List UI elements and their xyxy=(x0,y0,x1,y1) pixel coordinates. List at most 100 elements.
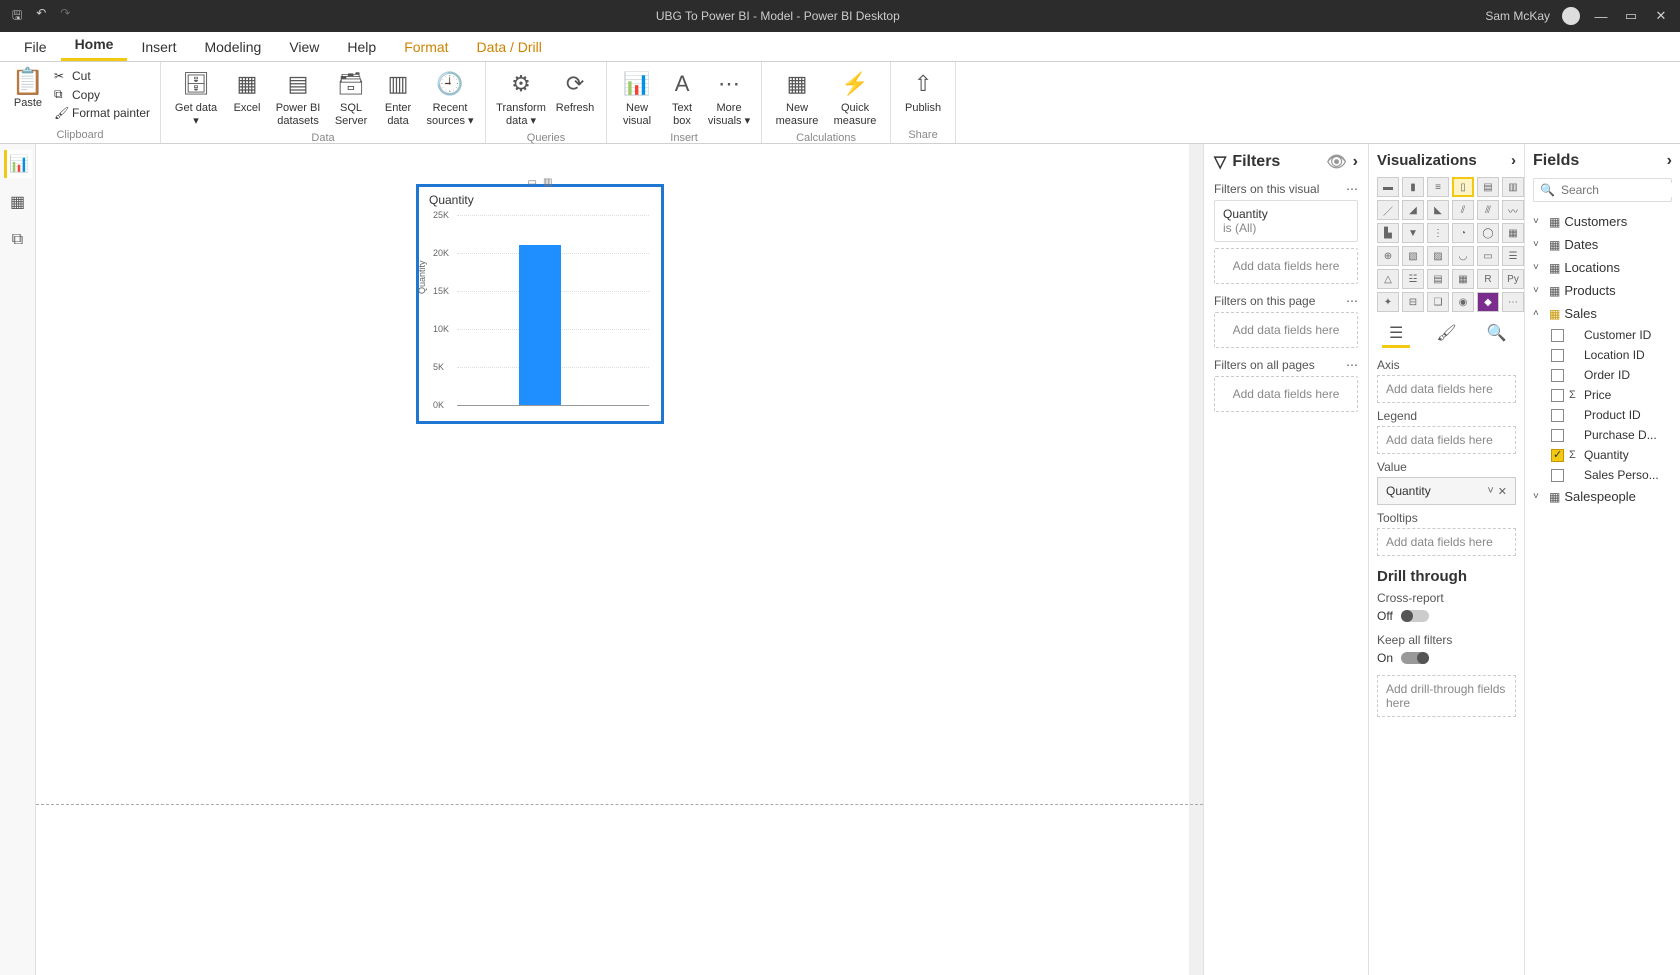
visual-action-icons[interactable]: ▭▥ xyxy=(528,177,553,188)
quick-measure-button[interactable]: ⚡Quick measure xyxy=(828,66,882,130)
collapse-icon[interactable]: › xyxy=(1353,153,1358,171)
cross-report-toggle[interactable] xyxy=(1401,610,1429,622)
format-tab-icon[interactable]: 🖌 xyxy=(1432,320,1460,348)
tab-home[interactable]: Home xyxy=(61,30,128,61)
viz-arcgis-icon[interactable]: ◉ xyxy=(1452,292,1474,312)
checkbox[interactable] xyxy=(1551,389,1564,402)
field-sales-perso-[interactable]: Sales Perso... xyxy=(1533,465,1672,485)
checkbox[interactable] xyxy=(1551,429,1564,442)
table-customers[interactable]: ˅▦Customers xyxy=(1533,210,1672,233)
viz-100-column-icon[interactable]: ▥ xyxy=(1502,177,1524,197)
paste-button[interactable]: 📋Paste xyxy=(8,66,48,109)
new-measure-button[interactable]: ▦New measure xyxy=(770,66,824,130)
viz-card-icon[interactable]: ▭ xyxy=(1477,246,1499,266)
more-visuals-button[interactable]: ⋯More visuals ▾ xyxy=(705,66,753,130)
field-quantity[interactable]: ΣQuantity xyxy=(1533,445,1672,465)
viz-waterfall-icon[interactable]: ▙ xyxy=(1377,223,1399,243)
recent-sources-button[interactable]: 🕘Recent sources ▾ xyxy=(423,66,477,130)
field-price[interactable]: ΣPrice xyxy=(1533,385,1672,405)
checkbox[interactable] xyxy=(1551,409,1564,422)
viz-clustered-bar-icon[interactable]: ≡ xyxy=(1427,177,1449,197)
well-legend[interactable]: Add data fields here xyxy=(1377,426,1516,454)
remove-icon[interactable]: ✕ xyxy=(1498,485,1507,498)
viz-clustered-column-icon[interactable]: ▯ xyxy=(1452,177,1474,197)
excel-button[interactable]: ▦Excel xyxy=(227,66,267,117)
text-box-button[interactable]: AText box xyxy=(663,66,701,130)
viz-py-icon[interactable]: Py xyxy=(1502,269,1524,289)
filter-drop-visual[interactable]: Add data fields here xyxy=(1214,248,1358,284)
field-product-id[interactable]: Product ID xyxy=(1533,405,1672,425)
chevron-down-icon[interactable]: ˅ xyxy=(1487,485,1493,498)
collapse-icon[interactable]: › xyxy=(1667,152,1672,170)
tab-insert[interactable]: Insert xyxy=(127,33,190,61)
viz-line-col2-icon[interactable]: ⫻ xyxy=(1477,200,1499,220)
more-icon[interactable]: ⋯ xyxy=(1346,294,1358,308)
viz-r-icon[interactable]: R xyxy=(1477,269,1499,289)
viz-stacked-area-icon[interactable]: ◣ xyxy=(1427,200,1449,220)
redo-icon[interactable]: ↷ xyxy=(60,6,70,27)
chart-visual[interactable]: ▭▥ Quantity Quantity 25K 20K 15K 10K 5K … xyxy=(416,184,664,424)
publish-button[interactable]: ⇧Publish xyxy=(899,66,947,117)
close-icon[interactable]: ✕ xyxy=(1652,8,1670,24)
search-input[interactable] xyxy=(1561,183,1680,197)
viz-shape-map-icon[interactable]: ▨ xyxy=(1427,246,1449,266)
more-icon[interactable]: ⋯ xyxy=(1346,358,1358,372)
viz-ribbon-icon[interactable]: 〰 xyxy=(1502,200,1524,220)
minimize-icon[interactable]: — xyxy=(1592,9,1610,24)
transform-data-button[interactable]: ⚙Transform data ▾ xyxy=(494,66,548,130)
undo-icon[interactable]: ↶ xyxy=(36,6,46,27)
keep-filters-toggle[interactable] xyxy=(1401,652,1429,664)
save-icon[interactable]: 🖫 xyxy=(12,6,22,27)
chart-bar[interactable] xyxy=(519,245,561,405)
table-salespeople[interactable]: ˅▦Salespeople xyxy=(1533,485,1672,508)
viz-donut-icon[interactable]: ◯ xyxy=(1477,223,1499,243)
table-sales[interactable]: ˄▦Sales xyxy=(1533,302,1672,325)
tab-modeling[interactable]: Modeling xyxy=(190,33,275,61)
analytics-tab-icon[interactable]: 🔍 xyxy=(1483,320,1511,348)
viz-scatter-icon[interactable]: ⋮ xyxy=(1427,223,1449,243)
well-tooltips[interactable]: Add data fields here xyxy=(1377,528,1516,556)
user-name[interactable]: Sam McKay xyxy=(1485,9,1550,23)
table-dates[interactable]: ˅▦Dates xyxy=(1533,233,1672,256)
viz-powerapps-icon[interactable]: ◆ xyxy=(1477,292,1499,312)
viz-gauge-icon[interactable]: ◡ xyxy=(1452,246,1474,266)
viz-filled-map-icon[interactable]: ▧ xyxy=(1402,246,1424,266)
viz-multi-card-icon[interactable]: ☰ xyxy=(1502,246,1524,266)
user-avatar-icon[interactable] xyxy=(1562,7,1580,25)
viz-more-icon[interactable]: ⋯ xyxy=(1502,292,1524,312)
new-visual-button[interactable]: 📊New visual xyxy=(615,66,659,130)
table-products[interactable]: ˅▦Products xyxy=(1533,279,1672,302)
field-customer-id[interactable]: Customer ID xyxy=(1533,325,1672,345)
field-order-id[interactable]: Order ID xyxy=(1533,365,1672,385)
tab-data-drill[interactable]: Data / Drill xyxy=(463,33,556,61)
viz-area-icon[interactable]: ◢ xyxy=(1402,200,1424,220)
well-axis[interactable]: Add data fields here xyxy=(1377,375,1516,403)
viz-stacked-column-icon[interactable]: ▮ xyxy=(1402,177,1424,197)
sql-server-button[interactable]: 🗃SQL Server xyxy=(329,66,373,130)
model-view-icon[interactable]: ⧉ xyxy=(4,226,32,254)
tab-help[interactable]: Help xyxy=(333,33,390,61)
fields-tab-icon[interactable]: ☰ xyxy=(1382,320,1410,348)
cut-button[interactable]: ✂Cut xyxy=(52,68,152,84)
format-painter-button[interactable]: 🖌Format painter xyxy=(52,105,152,121)
copy-button[interactable]: ⧉Copy xyxy=(52,86,152,103)
filter-drop-page[interactable]: Add data fields here xyxy=(1214,312,1358,348)
tab-format[interactable]: Format xyxy=(390,33,462,61)
report-view-icon[interactable]: 📊 xyxy=(4,150,32,178)
checkbox[interactable] xyxy=(1551,449,1564,462)
eye-icon[interactable]: 👁 xyxy=(1326,152,1346,172)
viz-key-influencers-icon[interactable]: ✦ xyxy=(1377,292,1399,312)
viz-line-col-icon[interactable]: ⫽ xyxy=(1452,200,1474,220)
viz-funnel-icon[interactable]: ▼ xyxy=(1402,223,1424,243)
fields-search[interactable]: 🔍 xyxy=(1533,178,1672,202)
filter-card-quantity[interactable]: Quantity is (All) xyxy=(1214,200,1358,242)
checkbox[interactable] xyxy=(1551,349,1564,362)
get-data-button[interactable]: 🗄Get data ▾ xyxy=(169,66,223,130)
field-purchase-d-[interactable]: Purchase D... xyxy=(1533,425,1672,445)
more-icon[interactable]: ⋯ xyxy=(1346,182,1358,196)
viz-map-icon[interactable]: ⊕ xyxy=(1377,246,1399,266)
restore-icon[interactable]: ▭ xyxy=(1622,8,1640,24)
viz-stacked-bar-icon[interactable]: ▬ xyxy=(1377,177,1399,197)
table-locations[interactable]: ˅▦Locations xyxy=(1533,256,1672,279)
viz-matrix-icon[interactable]: ▦ xyxy=(1452,269,1474,289)
